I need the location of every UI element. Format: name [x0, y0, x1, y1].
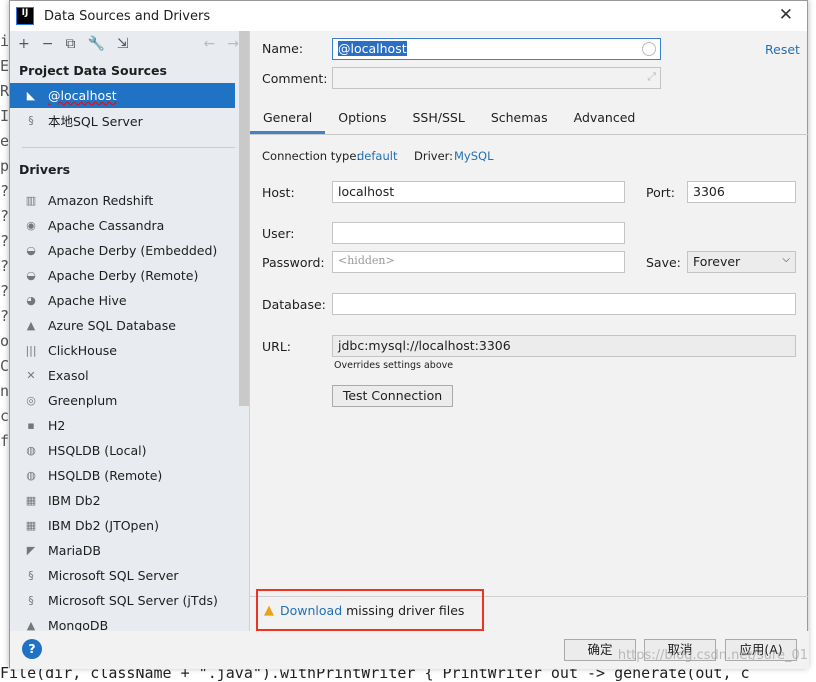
driver-item[interactable]: § Microsoft SQL Server (jTds) — [10, 588, 249, 613]
driver-icon: ▥ — [25, 194, 37, 207]
driver-icon: ◎ — [26, 394, 36, 407]
intellij-logo-icon: IJ — [16, 7, 34, 25]
driver-item[interactable]: ◉ Apache Cassandra — [10, 213, 249, 238]
name-label: Name: — [262, 41, 304, 56]
driver-icon: ▦ — [25, 494, 37, 507]
color-circle-icon[interactable] — [642, 42, 656, 56]
database-label: Database: — [262, 297, 326, 312]
tab-schemas[interactable]: Schemas — [478, 103, 561, 134]
driver-item[interactable]: § Microsoft SQL Server — [10, 563, 249, 588]
driver-icon: ▪ — [27, 419, 35, 432]
driver-item[interactable]: ▲ Azure SQL Database — [10, 313, 249, 338]
user-label: User: — [262, 226, 295, 241]
test-connection-button[interactable]: Test Connection — [332, 385, 453, 407]
chevron-down-icon: ⌵ — [782, 254, 790, 265]
forward-arrow-icon[interactable]: → — [227, 36, 239, 52]
datasource-localhost[interactable]: ◣ @localhost — [10, 83, 235, 108]
datasource-local-sql-server[interactable]: § 本地SQL Server — [10, 108, 249, 133]
driver-item[interactable]: ◍ HSQLDB (Local) — [10, 438, 249, 463]
drivers-header: Drivers — [19, 162, 71, 177]
data-sources-dialog: IJ Data Sources and Drivers ✕ + − ⧉ 🔧 ⇲ … — [9, 0, 809, 669]
driver-item[interactable]: ◒ Apache Derby (Embedded) — [10, 238, 249, 263]
tab-options[interactable]: Options — [325, 103, 399, 134]
warning-icon: ▲ — [264, 602, 274, 618]
driver-item[interactable]: ▥ Amazon Redshift — [10, 188, 249, 213]
mysql-icon: ◣ — [26, 89, 36, 102]
driver-icon: ▦ — [25, 519, 37, 532]
driver-icon: ||| — [25, 344, 37, 357]
back-arrow-icon[interactable]: ← — [204, 36, 216, 52]
port-label: Port: — [646, 185, 675, 200]
tab-advanced[interactable]: Advanced — [561, 103, 649, 134]
comment-label: Comment: — [262, 71, 328, 86]
user-input[interactable] — [332, 222, 625, 244]
driver-item[interactable]: ✕ Exasol — [10, 363, 249, 388]
host-label: Host: — [262, 185, 295, 200]
connection-type-label: Connection type: — [262, 149, 361, 163]
import-icon[interactable]: ⇲ — [117, 36, 129, 52]
drivers-list: ▥ Amazon Redshift ◉ Apache Cassandra ◒ Apache… — [10, 188, 249, 638]
driver-icon: ◍ — [26, 469, 36, 482]
name-input[interactable]: @localhost — [332, 38, 661, 60]
missing-driver-warning: ▲ Download missing driver files — [256, 589, 484, 631]
url-label: URL: — [262, 339, 292, 354]
connection-type-link[interactable]: default — [357, 149, 397, 163]
help-button[interactable]: ? — [22, 639, 42, 659]
remove-icon[interactable]: − — [42, 36, 54, 52]
driver-icon: ◍ — [26, 444, 36, 457]
close-button[interactable]: ✕ — [779, 5, 793, 25]
add-icon[interactable]: + — [18, 36, 30, 52]
driver-item[interactable]: ▦ IBM Db2 — [10, 488, 249, 513]
tab-sshssl[interactable]: SSH/SSL — [400, 103, 478, 134]
url-input[interactable]: jdbc:mysql://localhost:3306 — [332, 335, 796, 357]
host-input[interactable]: localhost — [332, 181, 625, 203]
sidebar-toolbar: + − ⧉ 🔧 ⇲ ← → — [10, 31, 249, 57]
project-data-sources-header: Project Data Sources — [19, 63, 167, 78]
dialog-title: Data Sources and Drivers — [44, 8, 211, 24]
comment-input[interactable]: ⤢ — [332, 67, 661, 89]
port-input[interactable]: 3306 — [687, 181, 796, 203]
driver-icon: ◒ — [26, 244, 36, 257]
driver-item[interactable]: ||| ClickHouse — [10, 338, 249, 363]
url-hint: Overrides settings above — [334, 360, 454, 371]
divider — [22, 147, 235, 148]
save-label: Save: — [646, 255, 681, 270]
copy-icon[interactable]: ⧉ — [65, 36, 75, 52]
password-label: Password: — [262, 255, 325, 270]
driver-icon: § — [28, 594, 34, 607]
database-input[interactable] — [332, 293, 796, 315]
reset-link[interactable]: Reset — [765, 42, 800, 57]
sidebar: + − ⧉ 🔧 ⇲ ← → Project Data Sources ◣ @lo… — [10, 31, 250, 633]
expand-icon[interactable]: ⤢ — [647, 70, 656, 84]
wrench-icon[interactable]: 🔧 — [87, 36, 104, 52]
driver-icon: ◒ — [26, 269, 36, 282]
sidebar-scrollbar[interactable] — [239, 31, 249, 406]
driver-item[interactable]: ◤ MariaDB — [10, 538, 249, 563]
driver-icon: § — [28, 569, 34, 582]
driver-icon: ◉ — [26, 219, 36, 232]
driver-label: Driver: — [414, 149, 454, 163]
driver-item[interactable]: ◒ Apache Derby (Remote) — [10, 263, 249, 288]
save-dropdown[interactable]: Forever ⌵ — [687, 251, 796, 273]
watermark: https://blog.csdn.net/sure_01 — [617, 648, 808, 663]
driver-item[interactable]: ▪ H2 — [10, 413, 249, 438]
password-input[interactable]: <hidden> — [332, 251, 625, 273]
driver-icon: ◤ — [26, 544, 36, 557]
title-bar: IJ Data Sources and Drivers ✕ — [10, 1, 807, 31]
driver-item[interactable]: ◍ HSQLDB (Remote) — [10, 463, 249, 488]
driver-icon: ▲ — [26, 319, 36, 332]
driver-item[interactable]: ◕ Apache Hive — [10, 288, 249, 313]
settings-panel: Name: @localhost Reset Comment: ⤢ Genera… — [250, 31, 808, 631]
tab-bar: General Options SSH/SSL Schemas Advanced — [250, 103, 808, 135]
driver-link[interactable]: MySQL — [454, 149, 494, 163]
tab-general[interactable]: General — [250, 103, 326, 134]
download-link[interactable]: Download — [280, 603, 342, 618]
driver-icon: ◕ — [26, 294, 36, 307]
driver-icon: ✕ — [26, 369, 36, 382]
driver-item[interactable]: ◎ Greenplum — [10, 388, 249, 413]
sql-server-icon: § — [28, 114, 34, 127]
driver-item[interactable]: ▦ IBM Db2 (JTOpen) — [10, 513, 249, 538]
